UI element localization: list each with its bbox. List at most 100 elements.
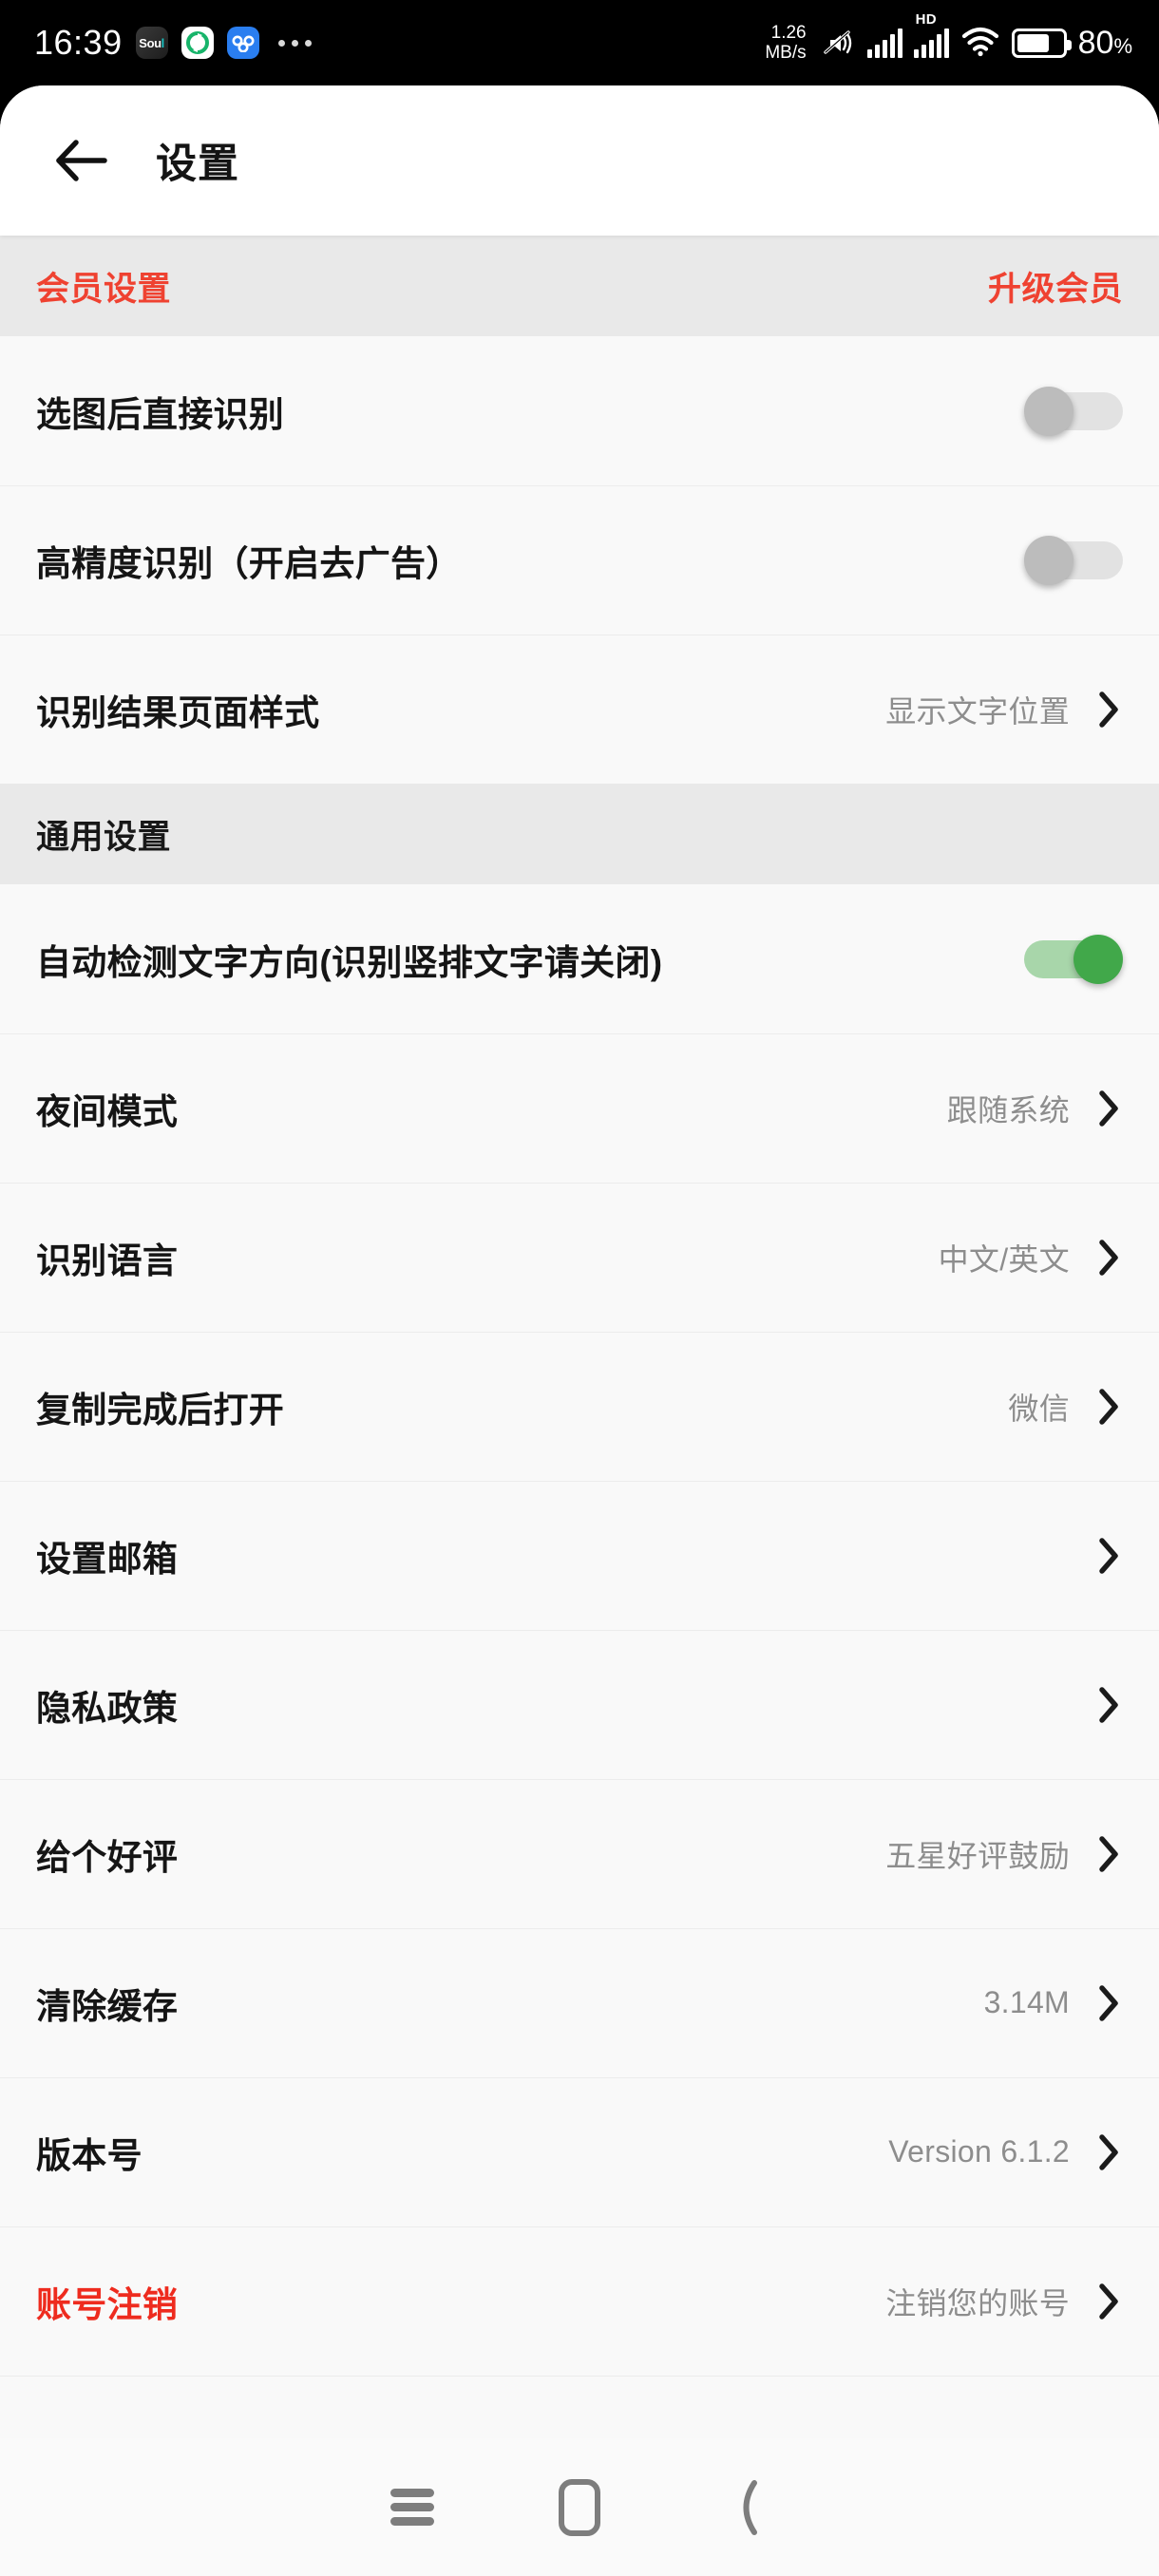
row-control: 跟随系统 xyxy=(947,1087,1123,1130)
row-control: Version 6.1.2 xyxy=(888,2133,1123,2171)
row-control: 3.14M xyxy=(984,1984,1123,2022)
chevron-right-icon xyxy=(1094,1835,1123,1873)
row-recognition-language[interactable]: 识别语言 中文/英文 xyxy=(0,1183,1159,1332)
general-settings-rows: 自动检测文字方向(识别竖排文字请关闭) 夜间模式 跟随系统 识别语言 中文/英文… xyxy=(0,884,1159,2439)
row-open-after-copy[interactable]: 复制完成后打开 微信 xyxy=(0,1332,1159,1481)
row-value: 跟随系统 xyxy=(946,1092,1070,1127)
row-high-accuracy-recognize[interactable]: 高精度识别（开启去广告） xyxy=(0,485,1159,635)
row-label: 给个好评 xyxy=(36,1837,179,1877)
hd-label: HD xyxy=(915,11,937,28)
upgrade-member-button[interactable]: 升级会员 xyxy=(988,262,1123,311)
chevron-right-icon xyxy=(1094,2133,1123,2171)
row-label: 识别语言 xyxy=(36,1241,179,1280)
section-title: 会员设置 xyxy=(36,270,172,308)
row-control xyxy=(1024,386,1123,436)
back-arrow-icon[interactable] xyxy=(46,124,118,197)
battery-percent: 80% xyxy=(1078,25,1132,62)
row-control xyxy=(1094,1537,1123,1575)
row-rate-app[interactable]: 给个好评 五星好评鼓励 xyxy=(0,1779,1159,1928)
toggle-high-accuracy[interactable] xyxy=(1024,535,1123,585)
silent-mode-icon xyxy=(818,24,856,62)
row-label: 自动检测文字方向(识别竖排文字请关闭) xyxy=(36,942,663,982)
toggle-direct-recognize[interactable] xyxy=(1024,386,1123,436)
system-navigation-bar xyxy=(0,2438,1159,2576)
section-header-member-settings: 会员设置 升级会员 xyxy=(0,236,1159,336)
chevron-right-icon xyxy=(1094,1089,1123,1127)
row-auto-detect-text-direction[interactable]: 自动检测文字方向(识别竖排文字请关闭) xyxy=(0,884,1159,1033)
row-control: 显示文字位置 xyxy=(885,688,1123,731)
chevron-right-icon xyxy=(1094,1686,1123,1724)
battery-icon xyxy=(1011,28,1072,58)
battery-percent-value: 80 xyxy=(1077,24,1114,61)
row-version[interactable]: 版本号 Version 6.1.2 xyxy=(0,2077,1159,2226)
row-label: 设置邮箱 xyxy=(36,1539,179,1579)
phone-screen: 16:39 Sou l 1.26 MB/s HD 80% 设置 会员设置 升级会… xyxy=(0,0,1159,2576)
row-result-page-style[interactable]: 识别结果页面样式 显示文字位置 xyxy=(0,635,1159,784)
battery-percent-symbol: % xyxy=(1113,33,1132,58)
row-night-mode[interactable]: 夜间模式 跟随系统 xyxy=(0,1033,1159,1183)
section-header-general-settings: 通用设置 xyxy=(0,784,1159,884)
status-bar-left: 16:39 Sou l xyxy=(34,23,312,63)
row-label: 复制完成后打开 xyxy=(36,1390,285,1430)
recents-menu-icon[interactable] xyxy=(329,2438,496,2576)
row-label: 清除缓存 xyxy=(36,1986,179,2026)
row-label: 账号注销 xyxy=(36,2284,179,2324)
chevron-right-icon xyxy=(1094,1537,1123,1575)
toggle-knob xyxy=(1024,386,1074,436)
row-privacy-policy[interactable]: 隐私政策 xyxy=(0,1630,1159,1779)
network-speed-value: 1.26 xyxy=(770,23,807,43)
cellular-signal-icon xyxy=(866,28,902,58)
row-control: 微信 xyxy=(1008,1385,1123,1429)
row-clear-cache[interactable]: 清除缓存 3.14M xyxy=(0,1928,1159,2077)
toggle-knob xyxy=(1074,934,1123,984)
row-label: 夜间模式 xyxy=(36,1091,179,1131)
row-set-email[interactable]: 设置邮箱 xyxy=(0,1481,1159,1630)
system-back-icon[interactable] xyxy=(663,2438,830,2576)
status-bar-right: 1.26 MB/s HD 80% xyxy=(765,11,1132,63)
network-speed-unit: MB/s xyxy=(765,43,807,63)
row-value: 显示文字位置 xyxy=(885,693,1070,729)
status-bar: 16:39 Sou l 1.26 MB/s HD 80% xyxy=(0,0,1159,85)
more-dots-icon xyxy=(277,39,312,47)
baidu-netdisk-app-icon xyxy=(226,27,259,59)
row-label: 识别结果页面样式 xyxy=(36,692,320,732)
chevron-right-icon xyxy=(1094,1388,1123,1426)
row-control: 注销您的账号 xyxy=(885,2280,1123,2323)
toggle-auto-detect-direction[interactable] xyxy=(1024,934,1123,984)
toggle-knob xyxy=(1024,535,1074,585)
wifi-icon xyxy=(960,25,1000,62)
member-settings-rows: 选图后直接识别 高精度识别（开启去广告） 识别结果页面样式 显示文字位置 xyxy=(0,336,1159,784)
page-title: 设置 xyxy=(156,142,239,187)
row-value: 中文/英文 xyxy=(938,1241,1070,1277)
row-label: 选图后直接识别 xyxy=(36,394,285,434)
row-control xyxy=(1024,535,1123,585)
home-square-icon[interactable] xyxy=(496,2438,663,2576)
row-direct-recognize-after-pick[interactable]: 选图后直接识别 xyxy=(0,336,1159,485)
row-account-deletion[interactable]: 账号注销 注销您的账号 xyxy=(0,2226,1159,2376)
cellular-signal-2-icon: HD xyxy=(913,11,949,58)
row-control xyxy=(1094,1686,1123,1724)
chevron-right-icon xyxy=(1094,691,1123,729)
row-control: 中文/英文 xyxy=(939,1236,1123,1279)
chevron-right-icon xyxy=(1094,1239,1123,1277)
row-label: 高精度识别（开启去广告） xyxy=(36,543,462,583)
row-control: 五星好评鼓励 xyxy=(885,1832,1123,1876)
list-bottom-spacer xyxy=(0,2376,1159,2439)
row-value: 3.14M xyxy=(983,1985,1070,2019)
row-label: 版本号 xyxy=(36,2135,142,2175)
top-app-bar: 设置 xyxy=(0,85,1159,236)
wechat-moments-app-icon xyxy=(180,27,214,59)
soul-app-icon: Sou l xyxy=(135,27,168,59)
app-window: 设置 会员设置 升级会员 选图后直接识别 高精度识别（开启去广告） 识别结果页面… xyxy=(0,85,1159,2576)
row-value: 五星好评鼓励 xyxy=(885,1838,1070,1873)
status-clock: 16:39 xyxy=(34,23,123,62)
row-control xyxy=(1024,934,1123,984)
row-value: Version 6.1.2 xyxy=(888,2134,1070,2169)
row-value: 微信 xyxy=(1008,1391,1070,1426)
chevron-right-icon xyxy=(1094,1984,1123,2022)
chevron-right-icon xyxy=(1094,2282,1123,2320)
section-title: 通用设置 xyxy=(36,818,172,856)
row-label: 隐私政策 xyxy=(36,1688,179,1728)
network-speed-indicator: 1.26 MB/s xyxy=(765,23,806,63)
row-value: 注销您的账号 xyxy=(885,2285,1070,2320)
